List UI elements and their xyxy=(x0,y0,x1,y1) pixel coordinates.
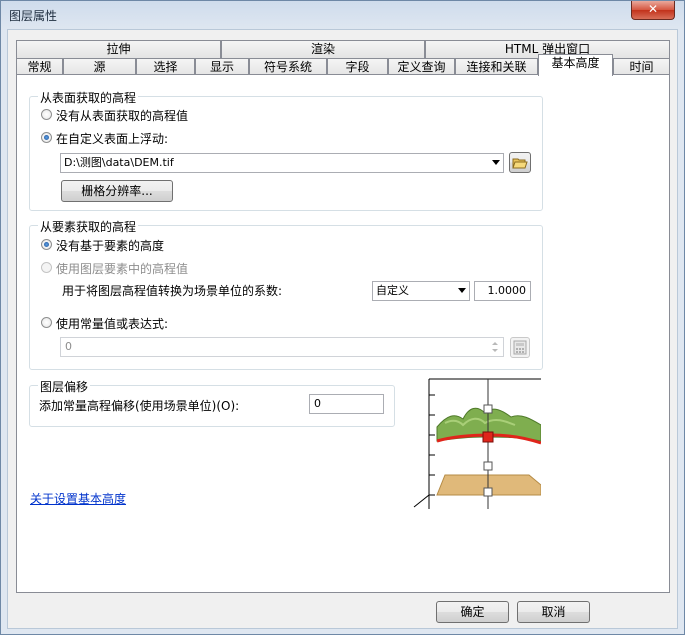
base-height-illustration xyxy=(411,377,541,509)
float-on-surface-label: 在自定义表面上浮动: xyxy=(56,132,169,146)
layer-offset-title: 图层偏移 xyxy=(38,378,91,395)
surface-path-dropdown[interactable]: D:\测图\data\DEM.tif xyxy=(60,153,504,173)
surface-elevation-title: 从表面获取的高程 xyxy=(38,89,139,106)
no-surface-elevation-label: 没有从表面获取的高程值 xyxy=(56,109,189,123)
constant-expression-label: 使用常量值或表达式: xyxy=(56,317,169,331)
base-heights-panel: 从表面获取的高程 没有从表面获取的高程值 在自定义表面上浮动: D:\测图\da… xyxy=(16,74,670,593)
browse-folder-button[interactable] xyxy=(509,152,531,173)
surface-path-value: D:\测图\data\DEM.tif xyxy=(64,156,174,169)
expression-input[interactable]: 0 xyxy=(60,337,504,357)
float-on-surface-radio[interactable] xyxy=(41,132,52,143)
chevron-down-icon xyxy=(492,160,500,165)
chevron-down-icon xyxy=(458,288,466,293)
expression-builder-button[interactable] xyxy=(510,337,530,358)
spinner-arrows-icon xyxy=(492,342,498,352)
feature-elevation-title: 从要素获取的高程 xyxy=(38,218,139,235)
offset-input[interactable]: 0 xyxy=(309,394,384,414)
tab-rendering[interactable]: 渲染 xyxy=(221,40,425,58)
conversion-factor-input[interactable]: 1.0000 xyxy=(474,281,531,301)
tab-extrusion[interactable]: 拉伸 xyxy=(16,40,221,58)
no-surface-elevation-radio[interactable] xyxy=(41,109,52,120)
unit-value: 自定义 xyxy=(376,284,409,297)
window-title: 图层属性 xyxy=(9,9,58,23)
offset-label: 添加常量高程偏移(使用场景单位)(O): xyxy=(39,399,240,413)
raster-resolution-button[interactable]: 栅格分辨率... xyxy=(61,180,173,202)
base-height-help-link[interactable]: 关于设置基本高度 xyxy=(30,490,126,507)
ok-button[interactable]: 确定 xyxy=(436,601,509,623)
layer-elevation-values-label: 使用图层要素中的高程值 xyxy=(56,262,189,276)
expression-spinner[interactable] xyxy=(488,338,502,356)
no-feature-height-label: 没有基于要素的高度 xyxy=(56,239,165,253)
tab-base-heights[interactable]: 基本高度 xyxy=(538,54,613,76)
layer-properties-dialog: 图层属性 ✕ 拉伸 渲染 HTML 弹出窗口 常规 源 选择 显示 符号系统 字… xyxy=(0,0,685,635)
elevation-diagram-image xyxy=(413,378,541,509)
title-bar[interactable]: 图层属性 ✕ xyxy=(1,1,684,29)
no-feature-height-radio[interactable] xyxy=(41,239,52,250)
conversion-factor-label: 用于将图层高程值转换为场景单位的系数: xyxy=(62,284,283,298)
layer-elevation-values-radio[interactable] xyxy=(41,262,52,273)
open-folder-icon xyxy=(512,158,528,169)
cancel-button[interactable]: 取消 xyxy=(517,601,590,623)
constant-expression-radio[interactable] xyxy=(41,317,52,328)
calculator-icon xyxy=(513,340,527,355)
close-button[interactable]: ✕ xyxy=(631,1,675,20)
unit-dropdown[interactable]: 自定义 xyxy=(372,281,470,301)
